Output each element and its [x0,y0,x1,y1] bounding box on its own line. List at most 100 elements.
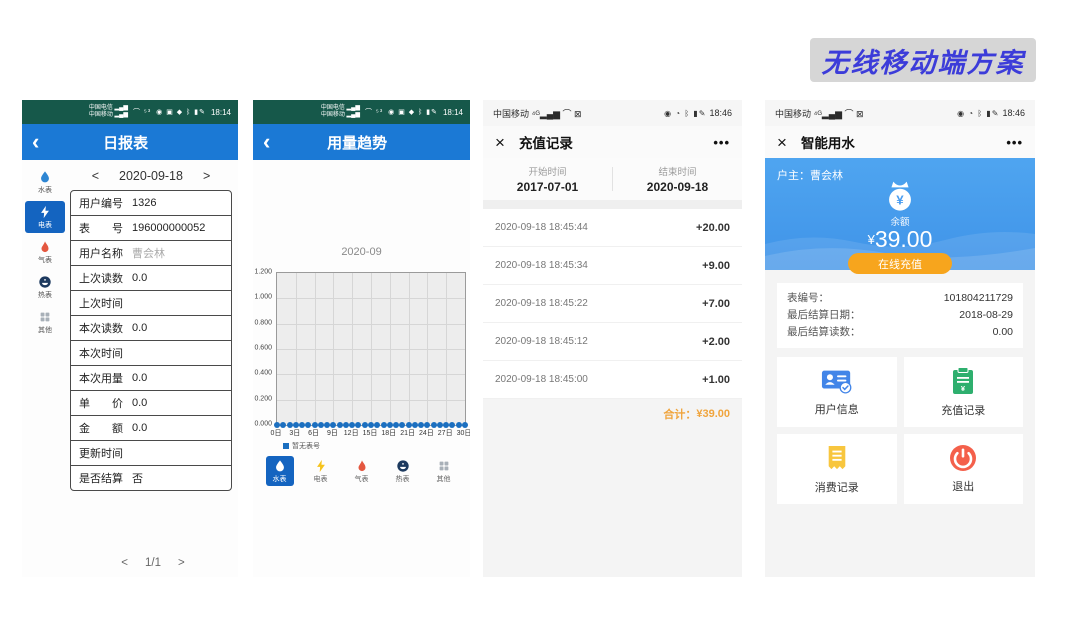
status-icons: ◉ ▣ ◆ ᛒ ▮✎ [156,108,206,116]
recharge-time: 2020-09-18 18:45:34 [495,260,588,271]
pagination: < 1/1 > [68,557,238,569]
y-axis-labels: 1.2001.0000.8000.6000.4000.2000.000 [253,272,273,426]
plot-area [276,272,466,426]
sidebar-item-gas[interactable]: 气表 [25,236,65,268]
report-body: 水表电表气表热表其他 < 2020-09-18 > 用户编号1326表 号196… [22,160,238,577]
field-label: 用户编号 [79,195,123,211]
page-heading: 日报表 [39,132,212,153]
recharge-list: 2020-09-18 18:45:44+20.002020-09-18 18:4… [483,209,742,399]
other-meter-icon [38,310,52,324]
gas-meter-icon [355,459,369,473]
recharge-record-icon: ¥ [950,366,976,396]
sidebar-item-other[interactable]: 其他 [25,306,65,338]
table-row: 更新时间 [71,440,231,465]
recharge-amount: +2.00 [702,336,730,348]
recharge-time: 2020-09-18 18:45:22 [495,298,588,309]
more-icon[interactable]: ••• [1006,135,1023,150]
clock: 18:14 [211,108,231,117]
total-value: ¥39.00 [696,408,730,420]
tab-electric[interactable]: 电表 [307,456,335,486]
recharge-row: 2020-09-18 18:45:22 +7.00 [483,285,742,323]
back-icon[interactable]: ‹ [263,131,270,153]
field-label: 本次读数 [79,320,123,336]
tile-consume[interactable]: 消费记录 [777,434,897,504]
back-icon[interactable]: ‹ [32,131,39,153]
tab-other[interactable]: 其他 [430,456,458,486]
carrier-labels: 中国电信 ▂▄▆ 中国移动 ▂▄▆ [321,105,360,119]
canvas: 无线移动端方案 中国电信 ▂▄▆ 中国移动 ▂▄▆ ⌒ ⁵³ ◉ ▣ ◆ ᛒ ▮… [0,0,1066,640]
divider [483,200,742,209]
tile-recharge[interactable]: ¥充值记录 [904,357,1024,427]
field-value: 196000000052 [132,222,205,234]
table-row: 表 号196000000052 [71,215,231,240]
field-label: 本次时间 [79,345,123,361]
page-heading: 智能用水 [801,132,855,152]
page-heading: 充值记录 [519,132,573,152]
mini-program-bar: × 智能用水 ••• [765,126,1035,158]
status-bar: 中国电信 ▂▄▆ 中国移动 ▂▄▆ ⌒ ⁵³ ◉ ▣ ◆ ᛒ ▮✎ 18:14 [22,100,238,124]
sidebar-item-electric[interactable]: 电表 [25,201,65,233]
chart-area: 2020-09 1.2001.0000.8000.6000.4000.2000.… [253,160,470,577]
meter-type-sidebar: 水表电表气表热表其他 [22,160,68,577]
field-label: 上次读数 [79,270,123,286]
date-filter-bar: 开始时间 2017-07-01 结束时间 2020-09-18 [483,158,742,200]
screen-smart-water: 中国移动 ⁴ᴳ▂▄▆ ⌒ ⊠ ◉ ◔ ᛒ ▮✎ 18:46 × 智能用水 •••… [765,100,1035,577]
field-value: 否 [132,470,143,486]
carrier-signal: 中国移动 ⁴ᴳ▂▄▆ ⌒ ⊠ [775,107,957,120]
info-value: 2018-08-29 [959,307,1013,324]
start-date-picker[interactable]: 开始时间 2017-07-01 [483,158,612,200]
status-bar: 中国电信 ▂▄▆ 中国移动 ▂▄▆ ⌒ ⁵³ ◉ ▣ ◆ ᛒ ▮✎ 18:14 [253,100,470,124]
more-icon[interactable]: ••• [713,135,730,150]
money-bag-icon: ¥ [881,175,919,213]
field-value: 0.0 [132,372,147,384]
screen-daily-report: 中国电信 ▂▄▆ 中国移动 ▂▄▆ ⌒ ⁵³ ◉ ▣ ◆ ᛒ ▮✎ 18:14 … [22,100,238,577]
close-icon[interactable]: × [777,134,787,151]
field-value: 0.0 [132,272,147,284]
recharge-row: 2020-09-18 18:45:44 +20.00 [483,209,742,247]
meter-type-tabs: 水表电表气表热表其他 [253,456,470,486]
online-recharge-button[interactable]: 在线充值 [848,253,952,274]
prev-page-button[interactable]: < [121,557,128,569]
recharge-amount: +1.00 [702,374,730,386]
app-bar: ‹ 用量趋势 [253,124,470,160]
table-row: 用户名称曹会林 [71,240,231,265]
prev-date-button[interactable]: < [92,169,99,183]
x-axis-labels: 0日3日6日9日12日15日18日21日24日27日30日 [276,428,464,438]
tab-water[interactable]: 水表 [266,456,294,486]
page-title: 无线移动端方案 [810,38,1036,82]
field-label: 本次用量 [79,370,123,386]
table-row: 本次读数0.0 [71,315,231,340]
chart-legend: 暂无表号 [283,441,320,451]
sidebar-item-heat[interactable]: 热表 [25,271,65,303]
heat-meter-icon [38,275,52,289]
electric-meter-icon [38,205,52,219]
table-row: 单 价0.0 [71,390,231,415]
next-page-button[interactable]: > [178,557,185,569]
legend-swatch [283,443,289,449]
table-row: 是否结算否 [71,465,231,490]
screen-recharge-records: 中国移动 ⁴ᴳ▂▄▆ ⌒ ⊠ ◉ ◔ ᛒ ▮✎ 18:46 × 充值记录 •••… [483,100,742,577]
clock: 18:46 [1002,108,1025,118]
table-row: 本次时间 [71,340,231,365]
clock: 18:46 [709,108,732,118]
report-table: 用户编号1326表 号196000000052用户名称曹会林上次读数0.0上次时… [70,190,232,491]
tile-exit[interactable]: 退出 [904,434,1024,504]
tile-user[interactable]: 用户信息 [777,357,897,427]
next-date-button[interactable]: > [203,169,210,183]
legend-label: 暂无表号 [292,441,320,451]
svg-text:¥: ¥ [896,192,904,207]
status-bar: 中国移动 ⁴ᴳ▂▄▆ ⌒ ⊠ ◉ ◔ ᛒ ▮✎ 18:46 [765,100,1035,126]
tab-heat[interactable]: 热表 [389,456,417,486]
recharge-amount: +20.00 [696,222,730,234]
end-date-picker[interactable]: 结束时间 2020-09-18 [613,158,742,200]
table-row: 上次时间 [71,290,231,315]
tab-gas[interactable]: 气表 [348,456,376,486]
status-bar: 中国移动 ⁴ᴳ▂▄▆ ⌒ ⊠ ◉ ◔ ᛒ ▮✎ 18:46 [483,100,742,126]
total-label: 合计： [663,406,696,422]
tile-label: 消费记录 [815,479,859,495]
sidebar-item-water[interactable]: 水表 [25,166,65,198]
recharge-amount: +7.00 [702,298,730,310]
recharge-time: 2020-09-18 18:45:44 [495,222,588,233]
signal-wifi-icons: ⌒ ⁵³ [133,107,151,117]
close-icon[interactable]: × [495,134,505,151]
